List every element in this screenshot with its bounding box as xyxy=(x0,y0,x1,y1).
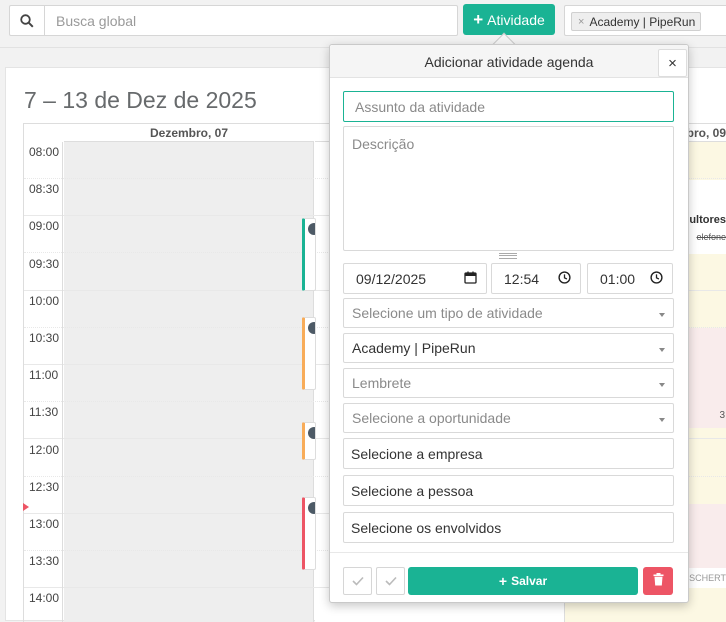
time-label: 08:00 xyxy=(29,145,60,159)
time-label: 09:00 xyxy=(29,219,60,234)
chevron-down-icon xyxy=(659,313,665,317)
plus-icon: + xyxy=(498,573,508,589)
time-label: 10:00 xyxy=(29,293,60,308)
plus-icon: + xyxy=(473,10,484,29)
avatar xyxy=(308,223,315,235)
reminder-select[interactable]: Lembrete xyxy=(343,368,674,398)
event-fragment-text: SCHERT xyxy=(689,573,726,583)
search-input[interactable] xyxy=(46,6,456,35)
time-label: 13:00 xyxy=(29,517,60,531)
duration-field[interactable]: 01:00 xyxy=(587,263,673,294)
calendar-event[interactable] xyxy=(302,317,316,390)
save-label: Salvar xyxy=(511,574,548,588)
chip-label: Academy | PipeRun xyxy=(589,14,696,29)
calendar-event[interactable] xyxy=(302,422,316,460)
filter-chip: × Academy | PipeRun xyxy=(571,12,702,31)
subject-input[interactable] xyxy=(343,91,674,122)
add-activity-modal: Adicionar atividade agenda × 09/12/2025 … xyxy=(329,44,689,603)
opportunity-placeholder: Selecione a oportunidade xyxy=(352,410,511,426)
chevron-down-icon xyxy=(659,418,665,422)
trash-icon xyxy=(653,573,664,589)
chip-remove-icon[interactable]: × xyxy=(578,16,584,28)
time-value: 12:54 xyxy=(504,270,540,287)
mark-done-button[interactable] xyxy=(343,567,372,595)
opportunity-select[interactable]: Selecione a oportunidade xyxy=(343,403,674,433)
description-textarea[interactable] xyxy=(343,126,674,251)
company-field[interactable]: Selecione a empresa xyxy=(343,438,674,469)
pipeline-value: Academy | PipeRun xyxy=(352,340,476,356)
modal-title: Adicionar atividade agenda xyxy=(424,54,594,70)
involved-placeholder: Selecione os envolvidos xyxy=(351,519,502,536)
clock-icon[interactable] xyxy=(650,270,663,287)
time-label: 12:00 xyxy=(29,442,60,457)
modal-footer: + Salvar xyxy=(330,552,688,602)
company-placeholder: Selecione a empresa xyxy=(351,445,483,462)
close-icon: × xyxy=(668,54,677,72)
check-icon xyxy=(351,574,364,589)
delete-button[interactable] xyxy=(643,567,673,595)
calendar-icon[interactable] xyxy=(464,271,477,287)
add-activity-label: Atividade xyxy=(487,11,545,28)
pipeline-select[interactable]: Academy | PipeRun xyxy=(343,333,674,363)
search-icon[interactable] xyxy=(10,6,45,35)
time-label: 08:30 xyxy=(29,182,60,197)
pipeline-filter[interactable]: × Academy | PipeRun xyxy=(564,5,726,36)
close-button[interactable]: × xyxy=(658,49,687,77)
modal-header: Adicionar atividade agenda × xyxy=(330,45,688,78)
calendar-event[interactable] xyxy=(302,497,316,570)
check-icon xyxy=(384,574,397,589)
resize-handle[interactable] xyxy=(499,253,517,259)
duration-value: 01:00 xyxy=(600,270,636,287)
event-fragment-text: sultores xyxy=(683,214,726,226)
event-fragment-text: elefone xyxy=(696,232,726,242)
time-label: 10:30 xyxy=(29,331,60,345)
reminder-placeholder: Lembrete xyxy=(352,375,412,391)
calendar-event[interactable] xyxy=(302,218,316,291)
involved-field[interactable]: Selecione os envolvidos xyxy=(343,512,674,543)
calendar-range-title: 7 – 13 de Dez de 2025 xyxy=(24,87,257,113)
time-label: 11:00 xyxy=(29,368,59,383)
person-field[interactable]: Selecione a pessoa xyxy=(343,475,674,506)
chevron-down-icon xyxy=(659,348,665,352)
current-time-marker xyxy=(23,503,29,511)
date-value: 09/12/2025 xyxy=(356,270,427,287)
save-button[interactable]: + Salvar xyxy=(408,567,638,595)
time-label: 09:30 xyxy=(29,256,60,271)
top-bar: + Atividade × Academy | PipeRun xyxy=(0,0,726,48)
chevron-down-icon xyxy=(659,383,665,387)
activity-type-placeholder: Selecione um tipo de atividade xyxy=(352,305,543,321)
mark-done-next-button[interactable] xyxy=(376,567,405,595)
avatar xyxy=(308,322,315,334)
global-search xyxy=(9,5,458,36)
person-placeholder: Selecione a pessoa xyxy=(351,482,474,499)
clock-icon[interactable] xyxy=(558,270,571,287)
time-label: 14:00 xyxy=(29,591,60,606)
add-activity-button[interactable]: + Atividade xyxy=(463,4,555,35)
time-label: 12:30 xyxy=(29,479,60,494)
activity-type-select[interactable]: Selecione um tipo de atividade xyxy=(343,298,674,328)
avatar xyxy=(308,502,315,514)
time-label: 11:30 xyxy=(29,405,59,420)
time-label: 13:30 xyxy=(29,554,60,569)
event-fragment-text: 3 xyxy=(719,410,725,421)
time-field[interactable]: 12:54 xyxy=(491,263,581,294)
day-header-1[interactable]: Dezembro, 07 xyxy=(64,124,314,142)
date-field[interactable]: 09/12/2025 xyxy=(343,263,487,294)
avatar xyxy=(308,427,315,439)
